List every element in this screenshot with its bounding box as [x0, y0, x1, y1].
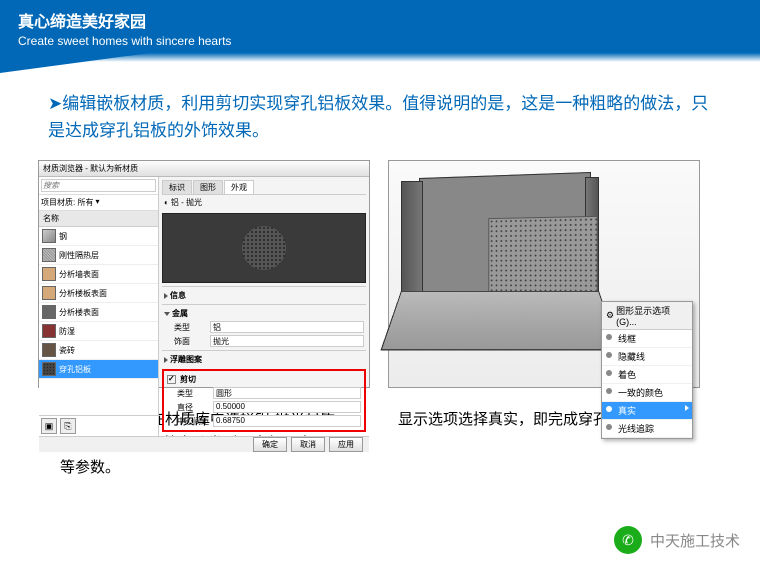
list-item[interactable]: 钢: [39, 227, 158, 246]
spacing-input[interactable]: 0.68750: [213, 415, 361, 427]
search-row: [39, 177, 158, 195]
tab-appearance[interactable]: 外观: [224, 180, 254, 194]
diameter-input[interactable]: 0.50000: [213, 401, 361, 413]
apply-button[interactable]: 应用: [329, 437, 363, 452]
ctx-consistent[interactable]: 一致的颜色: [602, 384, 692, 402]
section-cut[interactable]: 剪切: [165, 373, 363, 386]
section-metal[interactable]: 金属: [162, 307, 366, 320]
checkbox-icon[interactable]: [167, 375, 176, 384]
list-item[interactable]: 防湿: [39, 322, 158, 341]
context-header[interactable]: ⚙图形显示选项(G)...: [602, 302, 692, 330]
bullet-icon: [606, 388, 612, 394]
room-box: [401, 175, 599, 363]
wechat-icon: ✆: [614, 526, 642, 554]
chevron-down-icon: ▾: [95, 197, 99, 208]
viewport-3d[interactable]: ⚙图形显示选项(G)... 线框 隐藏线 着色 一致的颜色 真实 光线追踪: [388, 160, 700, 388]
sphere-icon: ◐: [164, 198, 169, 207]
cut-section-highlight: 剪切 类型圆形 直径0.50000 中心间距0.68750: [162, 369, 366, 432]
banner-title-cn: 真心缔造美好家园: [18, 8, 742, 32]
section-float[interactable]: 浮雕图案: [162, 353, 366, 366]
list-item[interactable]: 分析楼板表面: [39, 284, 158, 303]
material-thumb: [42, 305, 56, 319]
tab-graphics[interactable]: 图形: [193, 180, 223, 194]
material-thumb: [42, 286, 56, 300]
material-browser-dialog: 材质浏览器 - 默认为新材质 项目材质: 所有 ▾ 名称 钢 刚性隔热层 分析墙…: [38, 160, 370, 388]
gear-icon: ⚙: [606, 310, 614, 321]
ctx-shaded[interactable]: 着色: [602, 366, 692, 384]
cancel-button[interactable]: 取消: [291, 437, 325, 452]
context-menu: ⚙图形显示选项(G)... 线框 隐藏线 着色 一致的颜色 真实 光线追踪: [601, 301, 693, 439]
material-thumb: [42, 229, 56, 243]
tab-identity[interactable]: 标识: [162, 180, 192, 194]
ctx-wireframe[interactable]: 线框: [602, 330, 692, 348]
column-header: 名称: [39, 211, 158, 227]
banner-triangle: [0, 45, 210, 73]
ctx-hidden[interactable]: 隐藏线: [602, 348, 692, 366]
type-select[interactable]: 铝: [210, 321, 364, 333]
ctx-realistic[interactable]: 真实: [602, 402, 692, 420]
material-sidebar: 项目材质: 所有 ▾ 名称 钢 刚性隔热层 分析墙表面 分析楼板表面 分析楼表面…: [39, 177, 159, 436]
add-icon[interactable]: ▣: [41, 418, 57, 434]
list-item[interactable]: 刚性隔热层: [39, 246, 158, 265]
material-thumb: [42, 362, 56, 376]
caret-icon: [164, 357, 168, 363]
description-text: ➤编辑嵌板材质，利用剪切实现穿孔铝板效果。值得说明的是，这是一种粗略的做法，只是…: [0, 62, 760, 160]
list-item-selected[interactable]: 穿孔铝板: [39, 360, 158, 379]
dup-icon[interactable]: ⎘: [60, 418, 76, 434]
screenshots-row: 材质浏览器 - 默认为新材质 项目材质: 所有 ▾ 名称 钢 刚性隔热层 分析墙…: [0, 160, 760, 388]
caret-icon: [164, 293, 168, 299]
material-thumb: [42, 267, 56, 281]
watermark-text: 中天施工技术: [650, 530, 740, 551]
dialog-titlebar: 材质浏览器 - 默认为新材质: [39, 161, 369, 177]
submenu-icon: [685, 405, 689, 411]
material-thumb: [42, 343, 56, 357]
material-list[interactable]: 钢 刚性隔热层 分析墙表面 分析楼板表面 分析楼表面 防湿 瓷砖 穿孔铝板: [39, 227, 158, 415]
material-thumb: [42, 324, 56, 338]
list-item[interactable]: 瓷砖: [39, 341, 158, 360]
bullet-icon: [606, 352, 612, 358]
cut-type-select[interactable]: 圆形: [213, 387, 361, 399]
watermark: ✆ 中天施工技术: [614, 526, 740, 554]
ctx-raytrace[interactable]: 光线追踪: [602, 420, 692, 438]
material-thumb: [42, 248, 56, 262]
list-item[interactable]: 分析楼表面: [39, 303, 158, 322]
ok-button[interactable]: 确定: [253, 437, 287, 452]
filter-label: 项目材质: 所有: [41, 197, 93, 208]
filter-row[interactable]: 项目材质: 所有 ▾: [39, 195, 158, 211]
bullet-icon: [606, 334, 612, 340]
bullet-icon: [606, 424, 612, 430]
preview-name: 铝 - 抛光: [171, 197, 202, 208]
box-floor: [380, 291, 619, 350]
list-item[interactable]: 分析墙表面: [39, 265, 158, 284]
caret-icon: [164, 312, 170, 316]
dialog-buttons: 确定 取消 应用: [39, 436, 369, 452]
bullet-icon: [606, 406, 612, 412]
property-panel: 标识 图形 外观 ◐ 铝 - 抛光 信息 金属 类型铝 饰面抛光 浮雕图案: [159, 177, 369, 436]
section-info[interactable]: 信息: [162, 289, 366, 302]
search-input[interactable]: [41, 179, 156, 192]
finish-select[interactable]: 抛光: [210, 335, 364, 347]
material-preview: [162, 213, 366, 283]
tabs: 标识 图形 外观: [162, 180, 366, 195]
preview-sphere: [242, 226, 286, 270]
box-left-wall: [401, 181, 423, 299]
bullet-icon: [606, 370, 612, 376]
